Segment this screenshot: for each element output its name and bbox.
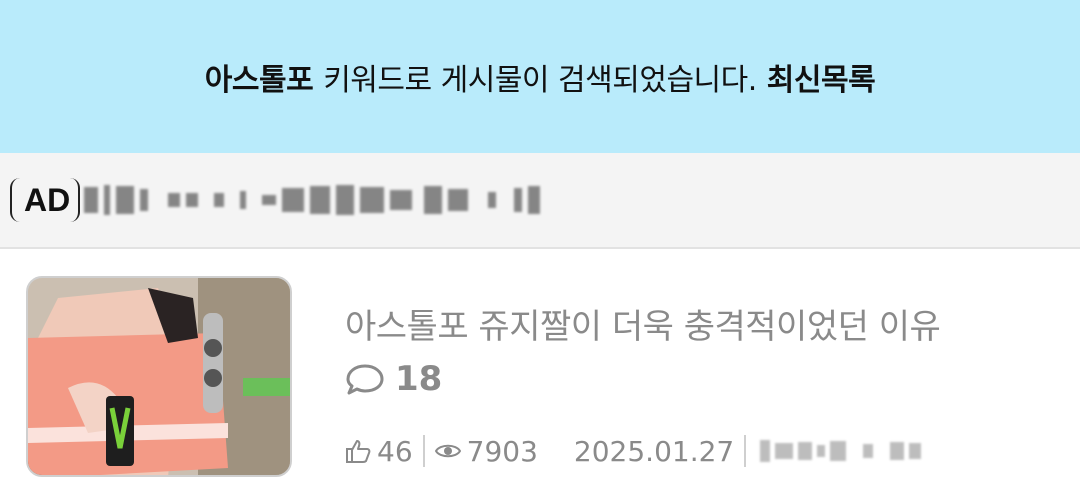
view-count: 7903 [466, 434, 538, 468]
search-keyword: 아스톨포 [204, 62, 314, 98]
author-name-blurred[interactable] [760, 440, 926, 462]
thumbs-up-icon [346, 440, 371, 463]
like-count: 46 [377, 434, 413, 468]
latest-list-link[interactable]: 최신목록 [767, 55, 876, 99]
thumbnail-image [28, 278, 290, 475]
post-thumbnail[interactable] [26, 276, 292, 477]
meta-divider [422, 435, 425, 467]
post-date: 2025.01.27 [573, 434, 735, 468]
post-meta: 46 7903 2025.01.27 [345, 431, 926, 471]
search-result-banner: 아스톨포 키워드로 게시물이 검색되었습니다. 최신목록 [0, 0, 1080, 153]
speech-bubble-icon [346, 364, 384, 395]
eye-icon [434, 444, 461, 458]
ad-badge: AD [10, 178, 81, 222]
comment-count-row: 18 [345, 359, 442, 399]
search-result-message: 키워드로 게시물이 검색되었습니다. [323, 62, 757, 98]
comment-count: 18 [395, 359, 443, 399]
ad-text-blurred [84, 185, 546, 215]
ad-bar[interactable]: AD [0, 153, 1080, 249]
post-list-item[interactable]: 아스톨포 쥬지짤이 더욱 충격적이었던 이유 18 46 7903 2025.0… [0, 251, 1080, 498]
post-title[interactable]: 아스톨포 쥬지짤이 더욱 충격적이었던 이유 [345, 299, 941, 348]
meta-divider [744, 435, 747, 467]
